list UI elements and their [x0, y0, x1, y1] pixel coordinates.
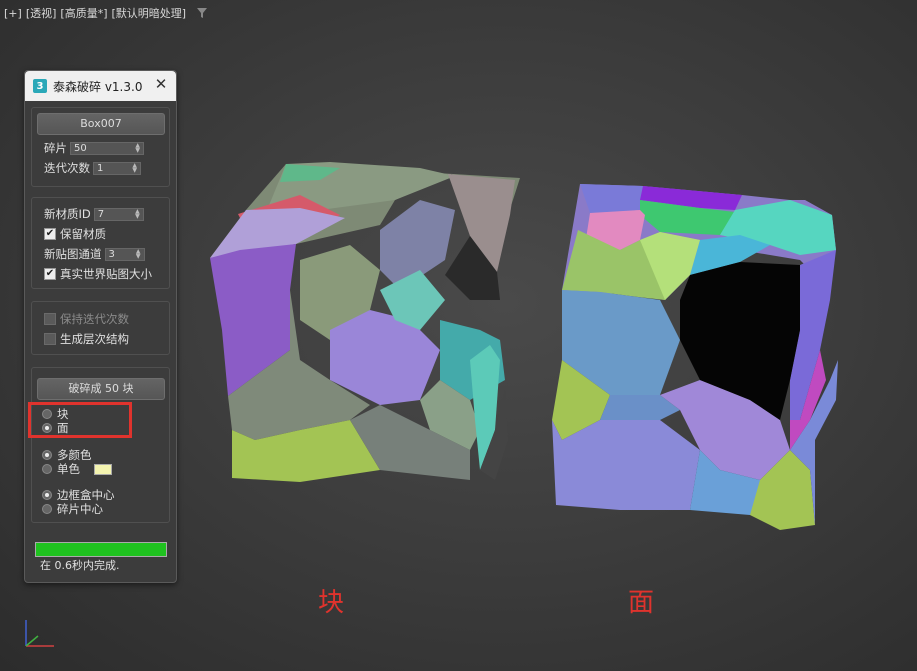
axis-gizmo-icon [25, 620, 54, 647]
fragments-label: 碎片 [44, 141, 67, 155]
keep-iterations-row[interactable]: 保持迭代次数 [44, 311, 129, 327]
fragments-row: 碎片 50 ▲ ▼ [44, 140, 144, 156]
iterations-spinner[interactable]: 1 ▲ ▼ [93, 161, 141, 175]
map-channel-label: 新贴图通道 [44, 247, 102, 261]
caption-block: 块 [318, 588, 345, 618]
fragments-spinner[interactable]: 50 ▲ ▼ [70, 141, 144, 155]
pick-object-button[interactable]: Box007 [37, 113, 165, 135]
spinner-arrows-icon[interactable]: ▲ ▼ [135, 209, 140, 220]
spinner-arrows-icon[interactable]: ▲ ▼ [135, 143, 140, 154]
caption-face: 面 [628, 588, 655, 618]
fracture-settings-group: Box007 碎片 50 ▲ ▼ 迭代次数 1 ▲ ▼ [31, 107, 170, 187]
fractured-cube-face [552, 184, 838, 530]
single-color-swatch[interactable] [94, 463, 112, 475]
progress-bar [35, 542, 167, 557]
pivot-fragment-label: 碎片中心 [57, 502, 103, 516]
map-channel-spinner[interactable]: 3 ▲ ▼ [104, 247, 145, 261]
real-world-checkbox[interactable]: ✔ [44, 268, 56, 280]
map-channel-row: 新贴图通道 3 ▲ ▼ [44, 246, 145, 262]
real-world-row[interactable]: ✔ 真实世界贴图大小 [44, 266, 152, 282]
break-button[interactable]: 破碎成 50 块 [37, 378, 165, 400]
material-id-spinner[interactable]: 7 ▲ ▼ [93, 207, 144, 221]
spinner-arrows-icon[interactable]: ▲ ▼ [132, 163, 137, 174]
iterations-value: 1 [97, 162, 104, 174]
keep-material-label: 保留材质 [60, 227, 106, 241]
close-icon[interactable]: ✕ [154, 77, 168, 92]
keep-iterations-label: 保持迭代次数 [60, 312, 129, 326]
single-color-label: 单色 [57, 462, 80, 476]
break-group: 破碎成 50 块 块 面 多颜色 单色 边框盒中心 碎片中心 [31, 367, 170, 523]
material-id-row: 新材质ID 7 ▲ ▼ [44, 206, 144, 222]
spinner-arrows-icon[interactable]: ▲ ▼ [136, 249, 141, 260]
panel-titlebar[interactable]: 3 泰森破碎 v1.3.0 ✕ [25, 71, 176, 101]
pivot-bbox-radio[interactable] [42, 490, 52, 500]
pivot-fragment-row[interactable]: 碎片中心 [42, 501, 103, 517]
keep-material-row[interactable]: ✔ 保留材质 [44, 226, 106, 242]
material-id-label: 新材质ID [44, 207, 91, 221]
keep-iterations-checkbox[interactable] [44, 313, 56, 325]
pivot-fragment-radio[interactable] [42, 504, 52, 514]
fragments-value: 50 [74, 142, 87, 154]
keep-material-checkbox[interactable]: ✔ [44, 228, 56, 240]
fractured-cube-block [210, 162, 520, 482]
single-color-row[interactable]: 单色 [42, 461, 112, 477]
app-icon: 3 [33, 79, 47, 93]
highlight-annotation [28, 402, 132, 438]
single-color-radio[interactable] [42, 464, 52, 474]
panel-title: 泰森破碎 v1.3.0 [53, 79, 143, 94]
status-text: 在 0.6秒内完成. [40, 559, 120, 572]
real-world-label: 真实世界贴图大小 [60, 267, 152, 281]
map-channel-value: 3 [108, 248, 115, 260]
iterations-label: 迭代次数 [44, 161, 90, 175]
hierarchy-label: 生成层次结构 [60, 332, 129, 346]
hierarchy-checkbox[interactable] [44, 333, 56, 345]
material-id-value: 7 [97, 208, 105, 220]
hierarchy-group: 保持迭代次数 生成层次结构 [31, 301, 170, 355]
multi-color-radio[interactable] [42, 450, 52, 460]
iterations-row: 迭代次数 1 ▲ ▼ [44, 160, 141, 176]
voronoi-fracture-panel: 3 泰森破碎 v1.3.0 ✕ Box007 碎片 50 ▲ ▼ 迭代次数 1 ▲… [24, 70, 177, 583]
material-settings-group: 新材质ID 7 ▲ ▼ ✔ 保留材质 新贴图通道 3 ▲ ▼ ✔ 真实世界贴图大小 [31, 197, 170, 289]
hierarchy-row[interactable]: 生成层次结构 [44, 331, 129, 347]
